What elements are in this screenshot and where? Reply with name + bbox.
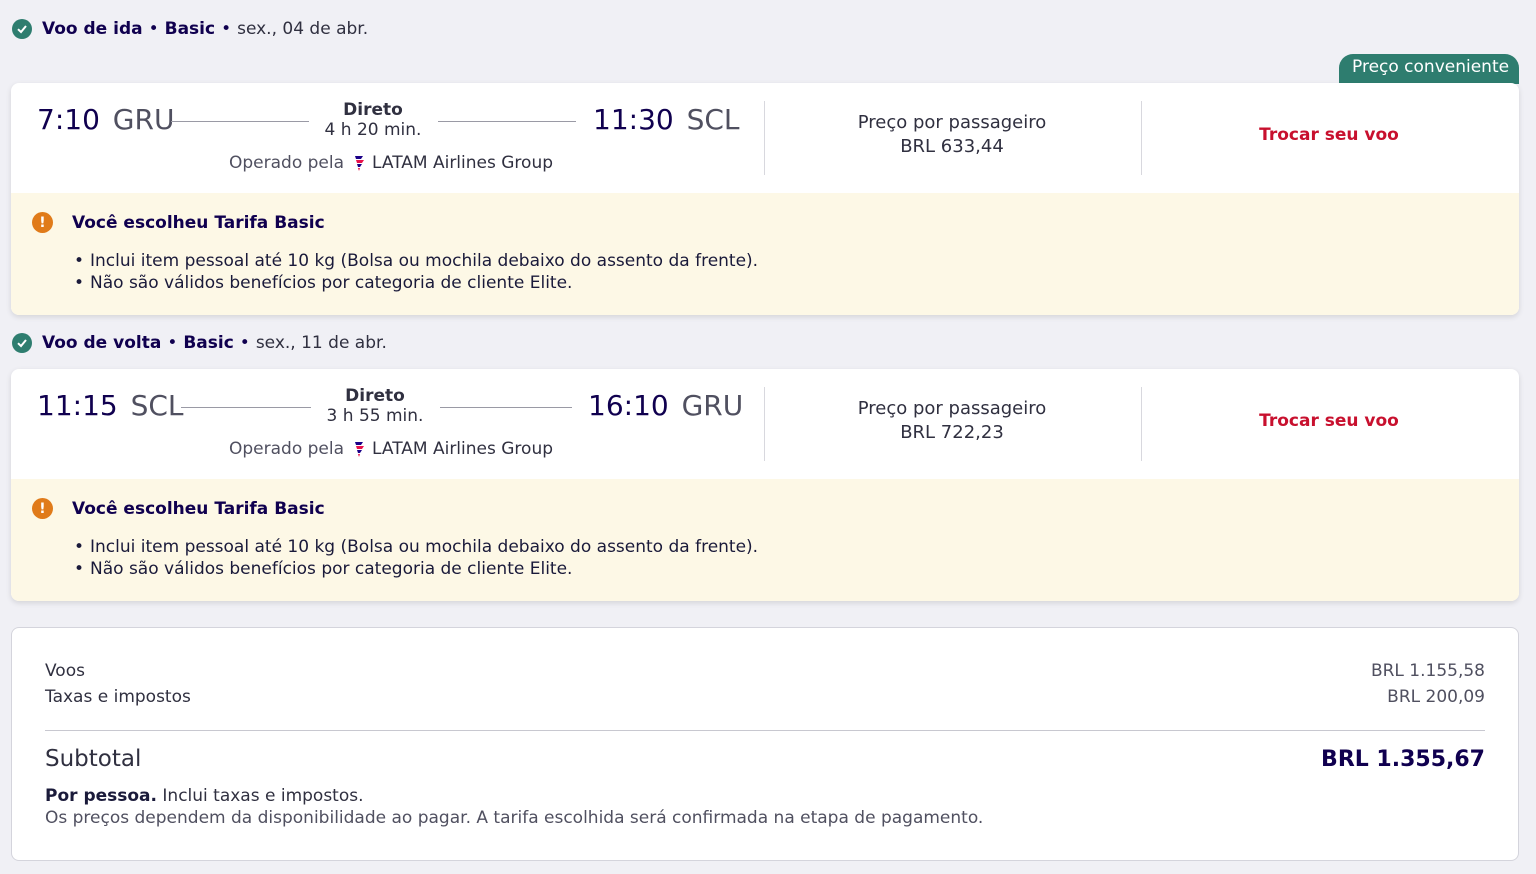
change-flight-link[interactable]: Trocar seu voo — [1204, 125, 1454, 145]
route-line — [181, 407, 311, 408]
disclaimer: Os preços dependem da disponibilidade ao… — [45, 808, 984, 828]
notice-title: Você escolheu Tarifa Basic — [72, 213, 325, 233]
arrival-time: 16:10 — [588, 389, 669, 422]
divider — [45, 730, 1485, 731]
duration-block: Direto 3 h 55 min. — [300, 386, 450, 426]
fare-notice: ! Você escolheu Tarifa Basic Inclui item… — [11, 193, 1519, 315]
notice-list: Inclui item pessoal até 10 kg (Bolsa ou … — [74, 250, 758, 294]
warning-icon: ! — [32, 212, 53, 233]
arrival-time: 11:30 — [593, 103, 674, 136]
list-item: Não são válidos benefícios por categoria… — [74, 272, 758, 294]
segment-date: sex., 11 de abr. — [255, 333, 387, 353]
arrival: 11:30 SCL — [593, 103, 740, 136]
taxes-row: Taxas e impostos BRL 200,09 — [45, 687, 1485, 707]
convenient-price-badge: Preço conveniente — [1339, 54, 1519, 84]
fare-label: Basic — [164, 19, 216, 39]
list-item: Inclui item pessoal até 10 kg (Bolsa ou … — [74, 250, 758, 272]
route-line — [438, 121, 576, 122]
subtotal-value: BRL 1.355,67 — [1321, 747, 1485, 772]
check-icon — [12, 19, 32, 39]
duration-block: Direto 4 h 20 min. — [298, 100, 448, 140]
outbound-header: Voo de ida • Basic • sex., 04 de abr. — [12, 19, 368, 39]
segment-label: Voo de volta — [42, 333, 162, 353]
taxes-value: BRL 200,09 — [1387, 687, 1485, 707]
airline-name: LATAM Airlines Group — [372, 439, 554, 459]
duration: 3 h 55 min. — [326, 406, 424, 426]
route-line — [440, 407, 572, 408]
fare-label: Basic — [183, 333, 234, 353]
notice-title: Você escolheu Tarifa Basic — [72, 499, 325, 519]
flights-row: Voos BRL 1.155,58 — [45, 661, 1485, 681]
price-value: BRL 633,44 — [900, 136, 1004, 157]
departure-airport: SCL — [130, 389, 184, 422]
inbound-header: Voo de volta • Basic • sex., 11 de abr. — [12, 333, 387, 353]
departure: 7:10 GRU — [37, 103, 174, 136]
list-item: Não são válidos benefícios por categoria… — [74, 558, 758, 580]
per-person-note: Por pessoa. Inclui taxas e impostos. — [45, 786, 364, 806]
notice-list: Inclui item pessoal até 10 kg (Bolsa ou … — [74, 536, 758, 580]
list-item: Inclui item pessoal até 10 kg (Bolsa ou … — [74, 536, 758, 558]
price-per-passenger: Preço por passageiro BRL 633,44 — [827, 111, 1077, 159]
fare-notice: ! Você escolheu Tarifa Basic Inclui item… — [11, 479, 1519, 601]
price-value: BRL 722,23 — [900, 422, 1004, 443]
departure-time: 7:10 — [37, 103, 100, 136]
latam-logo-icon — [355, 156, 365, 171]
departure-time: 11:15 — [37, 389, 118, 422]
check-icon — [12, 333, 32, 353]
outbound-flight-card: 7:10 GRU Direto 4 h 20 min. 11:30 SCL Op… — [11, 83, 1519, 315]
arrival-airport: SCL — [686, 103, 740, 136]
divider — [1141, 101, 1142, 175]
flights-label: Voos — [45, 661, 85, 681]
subtotal-row: Subtotal BRL 1.355,67 — [45, 746, 1485, 772]
flights-value: BRL 1.155,58 — [1370, 661, 1485, 681]
segment-label: Voo de ida — [42, 19, 143, 39]
warning-icon: ! — [32, 498, 53, 519]
operated-by: Operado pela LATAM Airlines Group — [229, 153, 554, 173]
route-line — [171, 121, 309, 122]
price-summary: Voos BRL 1.155,58 Taxas e impostos BRL 2… — [11, 627, 1519, 861]
direct-label: Direto — [345, 386, 405, 406]
divider — [1141, 387, 1142, 461]
latam-logo-icon — [355, 442, 365, 457]
duration: 4 h 20 min. — [324, 120, 422, 140]
divider — [764, 101, 765, 175]
taxes-label: Taxas e impostos — [45, 687, 191, 707]
departure-airport: GRU — [112, 103, 175, 136]
airline-name: LATAM Airlines Group — [372, 153, 554, 173]
change-flight-link[interactable]: Trocar seu voo — [1204, 411, 1454, 431]
subtotal-label: Subtotal — [45, 746, 142, 772]
divider — [764, 387, 765, 461]
direct-label: Direto — [343, 100, 403, 120]
arrival-airport: GRU — [681, 389, 744, 422]
price-per-passenger: Preço por passageiro BRL 722,23 — [827, 397, 1077, 445]
inbound-flight-card: 11:15 SCL Direto 3 h 55 min. 16:10 GRU O… — [11, 369, 1519, 601]
segment-date: sex., 04 de abr. — [237, 19, 369, 39]
arrival: 16:10 GRU — [588, 389, 743, 422]
operated-by: Operado pela LATAM Airlines Group — [229, 439, 554, 459]
departure: 11:15 SCL — [37, 389, 184, 422]
